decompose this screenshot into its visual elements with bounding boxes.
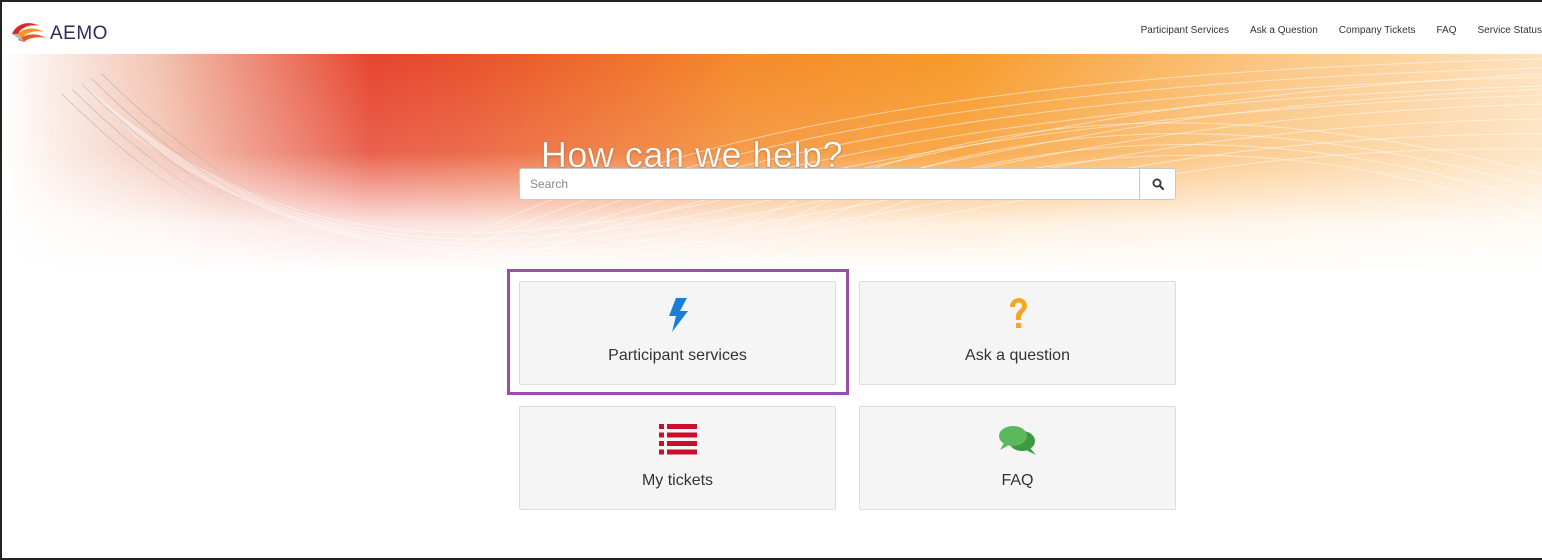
top-nav: Participant Services Ask a Question Comp…	[1141, 25, 1542, 36]
search-bar	[519, 168, 1176, 200]
aemo-logo[interactable]: AEMO	[10, 18, 108, 48]
search-input[interactable]	[520, 169, 1139, 199]
tile-label: My tickets	[641, 472, 714, 489]
search-icon	[1152, 178, 1164, 190]
list-icon	[520, 423, 835, 457]
tile-ask-a-question[interactable]: Ask a question	[859, 281, 1176, 385]
tile-participant-services[interactable]: Participant services	[519, 281, 836, 385]
header: AEMO Participant Services Ask a Question…	[2, 2, 1542, 54]
page-frame: AEMO Participant Services Ask a Question…	[0, 0, 1542, 560]
chat-bubbles-icon	[860, 423, 1175, 457]
logo-text: AEMO	[50, 22, 108, 44]
aemo-logo-icon	[12, 23, 46, 42]
hero-banner: How can we help?	[2, 54, 1542, 272]
nav-company-tickets[interactable]: Company Tickets	[1339, 25, 1416, 36]
question-mark-icon	[860, 298, 1175, 332]
nav-faq[interactable]: FAQ	[1437, 25, 1457, 36]
tile-faq[interactable]: FAQ	[859, 406, 1176, 510]
search-button[interactable]	[1139, 169, 1175, 199]
nav-participant-services[interactable]: Participant Services	[1141, 25, 1229, 36]
nav-service-status[interactable]: Service Status	[1478, 25, 1542, 36]
nav-ask-a-question[interactable]: Ask a Question	[1250, 25, 1318, 36]
tile-label: Ask a question	[965, 347, 1070, 364]
tile-label: Participant services	[608, 347, 747, 364]
lightning-bolt-icon	[520, 298, 835, 332]
tile-my-tickets[interactable]: My tickets	[519, 406, 836, 510]
tile-label: FAQ	[1001, 472, 1034, 489]
